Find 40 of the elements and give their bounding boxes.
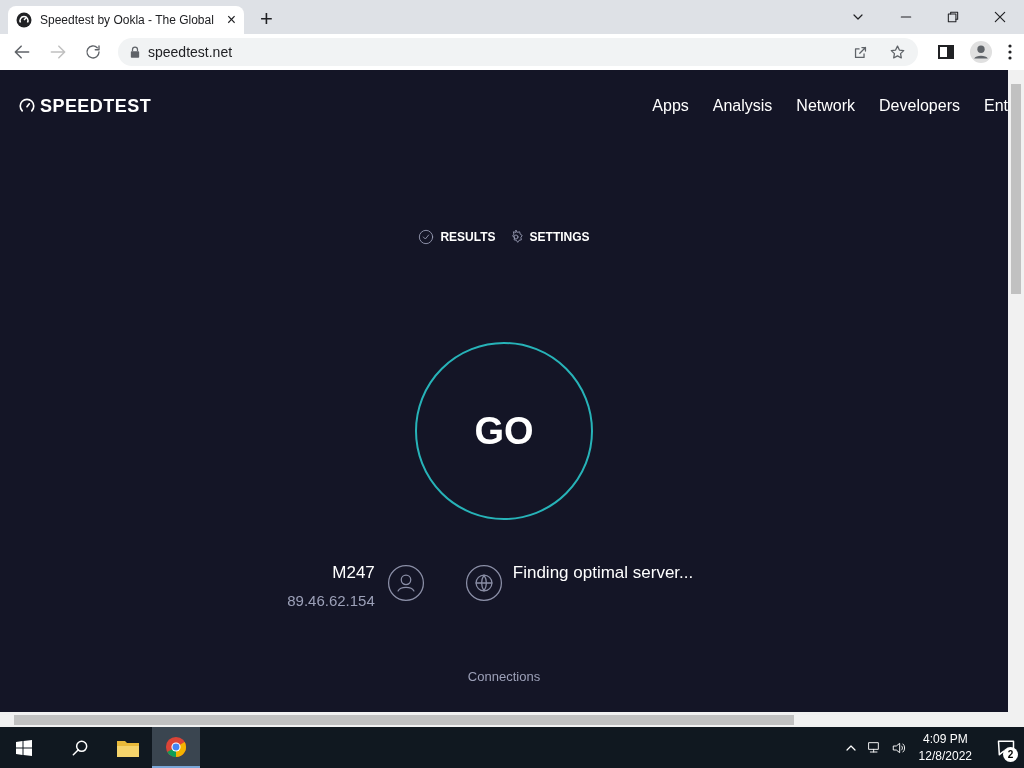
nav-link[interactable]: Analysis [712, 94, 773, 118]
vertical-scrollbar[interactable] [1008, 70, 1024, 712]
server-status: Finding optimal server... [512, 562, 695, 584]
menu-icon[interactable] [1008, 44, 1012, 60]
results-link[interactable]: RESULTS [418, 228, 496, 246]
star-icon[interactable] [889, 43, 906, 61]
browser-tab[interactable]: Speedtest by Ookla - The Global × [8, 6, 244, 34]
chrome-icon [165, 735, 187, 758]
windows-start-icon[interactable] [16, 739, 32, 756]
clock-date[interactable]: 12/8/2022 [918, 747, 972, 765]
provider-name: M247 [332, 562, 375, 584]
connections-label: Connections [467, 668, 541, 686]
gauge-icon [18, 97, 36, 115]
lock-icon [130, 46, 140, 58]
gauge-icon [16, 12, 32, 28]
nav-link[interactable]: Ent [984, 94, 1008, 118]
profile-icon[interactable] [970, 41, 992, 63]
address-bar[interactable]: speedtest.net [118, 38, 918, 66]
check-circle-icon [418, 229, 435, 245]
restore-icon[interactable] [946, 10, 960, 24]
ip-address: 89.46.62.154 [287, 590, 375, 611]
side-panel-icon[interactable] [938, 44, 954, 60]
globe-icon[interactable] [464, 564, 503, 602]
new-tab-button[interactable]: + [260, 8, 273, 30]
clock-time[interactable]: 4:09 PM [922, 730, 968, 748]
notification-count: 2 [1003, 747, 1018, 762]
settings-link[interactable]: SETTINGS [507, 228, 590, 246]
person-icon[interactable] [386, 564, 425, 602]
horizontal-scrollbar[interactable] [0, 712, 1024, 727]
logo[interactable]: SPEEDTEST [40, 92, 152, 120]
nav-link[interactable]: Apps [652, 94, 689, 118]
nav-link[interactable]: Network [796, 94, 856, 118]
go-button[interactable]: GO [415, 342, 593, 520]
url-text: speedtest.net [148, 42, 234, 62]
close-icon[interactable] [992, 9, 1008, 25]
reload-icon[interactable] [84, 43, 102, 61]
chrome-button[interactable] [152, 727, 200, 768]
tab-title: Speedtest by Ookla - The Global [40, 12, 215, 29]
nav-link[interactable]: Developers [879, 94, 960, 118]
tab-close-button[interactable]: × [226, 12, 236, 28]
